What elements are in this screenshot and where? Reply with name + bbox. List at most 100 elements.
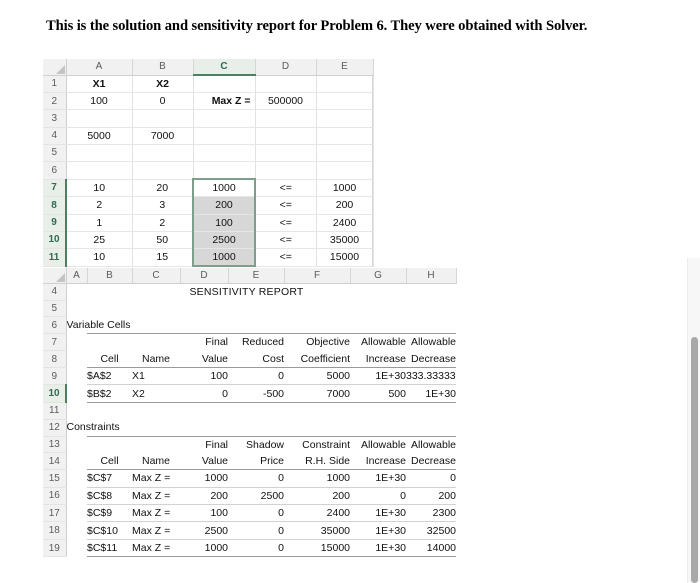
cn-row-allowable-decrease[interactable]: 14000 (406, 539, 456, 558)
cell-e3[interactable] (316, 109, 374, 128)
cn-row-allowable-increase[interactable]: 1E+30 (350, 504, 406, 523)
cell-a5[interactable] (66, 144, 133, 162)
cell-spacer-12[interactable] (180, 419, 456, 436)
cn-row-final-value[interactable]: 100 (180, 504, 228, 523)
column-header-b[interactable]: B (87, 268, 133, 284)
row-header-5[interactable]: 5 (43, 144, 67, 162)
row-header-4[interactable]: 4 (43, 127, 67, 145)
vc-row-final-value[interactable]: 0 (180, 384, 228, 403)
column-header-b[interactable]: B (132, 59, 194, 76)
row-header-13[interactable]: 13 (43, 436, 67, 454)
cell-e8[interactable]: 200 (316, 196, 374, 215)
cell-a10[interactable] (66, 385, 87, 402)
cn-row-cell-ref[interactable]: $C$8 (87, 487, 132, 506)
cell-b1[interactable]: X2 (132, 75, 194, 94)
cell-b3[interactable] (132, 109, 194, 128)
cell-e9[interactable]: 2400 (316, 214, 374, 232)
cn-row-final-value[interactable]: 2500 (180, 521, 228, 540)
cell-a8[interactable] (66, 351, 87, 368)
cell-h4[interactable] (406, 284, 456, 301)
blank-row-5[interactable] (66, 300, 456, 316)
sensitivity-report-spreadsheet[interactable]: A B C D E F G H 4 SENSITIVITY REPORT 5 6… (43, 268, 457, 558)
column-header-h[interactable]: H (406, 268, 457, 284)
row-header-4[interactable]: 4 (43, 283, 67, 301)
row-header-12[interactable]: 12 (43, 419, 67, 437)
cn-row-shadow-price[interactable]: 0 (228, 504, 284, 523)
table-row[interactable]: 17 $C$9 Max Z = 100 0 2400 1E+30 2300 (43, 504, 456, 523)
cn-row-final-value[interactable]: 1000 (180, 469, 228, 488)
cell-b6[interactable] (132, 161, 194, 180)
cn-row-final-value[interactable]: 1000 (180, 539, 228, 558)
cn-row-name[interactable]: Max Z = (132, 487, 180, 506)
vc-row-cell-ref[interactable]: $B$2 (87, 384, 132, 403)
vc-row-objective-coefficient[interactable]: 7000 (284, 384, 350, 403)
cell-d7[interactable]: <= (255, 179, 317, 198)
cell-a4[interactable]: 5000 (66, 127, 133, 145)
select-all-corner[interactable] (43, 268, 67, 284)
cell-c3[interactable] (193, 109, 256, 128)
column-header-c[interactable]: C (132, 268, 181, 284)
cell-spacer-6[interactable] (180, 317, 456, 334)
cn-row-rh-side[interactable]: 200 (284, 487, 350, 506)
cn-row-name[interactable]: Max Z = (132, 521, 180, 540)
vc-row-allowable-increase[interactable]: 500 (350, 384, 406, 403)
table-row[interactable]: 19 $C$11 Max Z = 1000 0 15000 1E+30 1400… (43, 539, 456, 558)
cn-row-allowable-decrease[interactable]: 32500 (406, 521, 456, 540)
cn-row-name[interactable]: Max Z = (132, 469, 180, 488)
row-header-11[interactable]: 11 (43, 248, 67, 267)
cell-d8[interactable]: <= (255, 196, 317, 215)
cell-b8[interactable]: 3 (132, 196, 194, 215)
cn-row-name[interactable]: Max Z = (132, 504, 180, 523)
row-header-18[interactable]: 18 (43, 521, 67, 540)
cell-a16[interactable] (66, 487, 87, 504)
cell-b4[interactable]: 7000 (132, 127, 194, 145)
cell-c9[interactable]: 100 (192, 214, 256, 232)
cell-a19[interactable] (66, 539, 87, 556)
cell-c1[interactable] (193, 75, 256, 94)
column-header-e[interactable]: E (316, 59, 374, 76)
blank-row-11[interactable] (66, 402, 456, 419)
cn-row-allowable-decrease[interactable]: 200 (406, 487, 456, 506)
cell-e5[interactable] (316, 144, 374, 162)
cell-d9[interactable]: <= (255, 214, 317, 232)
column-header-a[interactable]: A (66, 268, 88, 284)
cn-row-cell-ref[interactable]: $C$7 (87, 469, 132, 488)
cell-a3[interactable] (66, 109, 133, 128)
cell-e6[interactable] (316, 161, 374, 180)
cell-a6[interactable] (66, 161, 133, 180)
cell-a14[interactable] (66, 453, 87, 470)
cn-row-rh-side[interactable]: 1000 (284, 469, 350, 488)
row-header-2[interactable]: 2 (43, 92, 67, 111)
table-row[interactable]: 18 $C$10 Max Z = 2500 0 35000 1E+30 3250… (43, 521, 456, 540)
column-header-d[interactable]: D (255, 59, 317, 76)
column-header-f[interactable]: F (284, 268, 351, 284)
table-row[interactable]: 9 $A$2 X1 100 0 5000 1E+30 333.3333333 (43, 367, 456, 386)
sensitivity-grid[interactable]: A B C D E F G H 4 SENSITIVITY REPORT 5 6… (43, 268, 457, 558)
cell-a17[interactable] (66, 505, 87, 522)
cn-row-shadow-price[interactable]: 0 (228, 539, 284, 558)
vc-row-allowable-increase[interactable]: 1E+30 (350, 367, 406, 386)
cn-row-cell-ref[interactable]: $C$9 (87, 504, 132, 523)
cell-d4[interactable] (255, 127, 317, 145)
cn-row-allowable-increase[interactable]: 1E+30 (350, 539, 406, 558)
row-header-7[interactable]: 7 (43, 179, 67, 198)
cell-c10[interactable]: 2500 (192, 231, 256, 249)
row-header-10[interactable]: 10 (43, 384, 67, 403)
vc-row-allowable-decrease[interactable]: 1E+30 (406, 384, 456, 403)
cell-e10[interactable]: 35000 (316, 231, 374, 249)
row-header-9[interactable]: 9 (43, 367, 67, 386)
vc-row-cell-ref[interactable]: $A$2 (87, 367, 132, 386)
row-header-6[interactable]: 6 (43, 161, 67, 180)
cell-a9[interactable]: 1 (66, 214, 133, 232)
cell-d2[interactable]: 500000 (255, 92, 317, 111)
cell-b2[interactable]: 0 (132, 92, 194, 111)
column-header-g[interactable]: G (350, 268, 407, 284)
cn-row-allowable-decrease[interactable]: 0 (406, 469, 456, 488)
cell-e1[interactable] (316, 75, 374, 94)
cell-d11[interactable]: <= (255, 248, 317, 267)
cell-c6[interactable] (193, 161, 256, 180)
row-header-11[interactable]: 11 (43, 402, 67, 420)
cn-row-cell-ref[interactable]: $C$11 (87, 539, 132, 558)
vc-row-objective-coefficient[interactable]: 5000 (284, 367, 350, 386)
cell-d10[interactable]: <= (255, 231, 317, 249)
